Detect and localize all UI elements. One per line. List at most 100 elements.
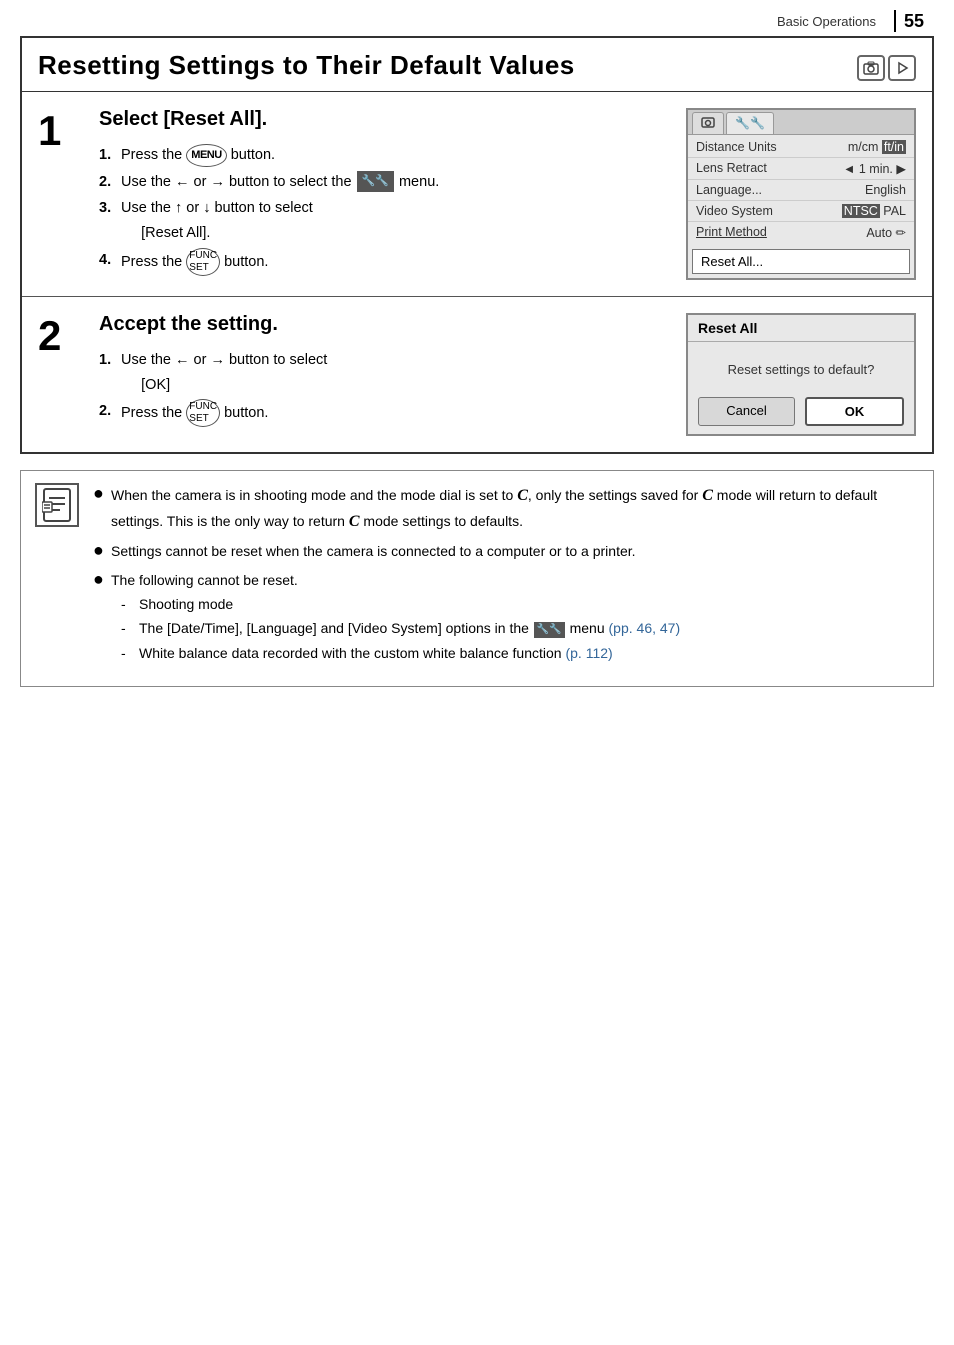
language-label: Language... [696,183,762,197]
step-1-inst-3: 3. Use the ↑ or ↓ button to select [Rese… [99,196,670,245]
language-val: English [865,183,906,197]
menu-row-distance: Distance Units m/cm ft/in [688,137,914,158]
sub-bullet-3: - [121,642,139,664]
menu-tabs: 🔧🔧 [688,110,914,135]
step-2-inst-2: 2. Press the FUNCSET button. [99,399,670,427]
notes-list: ● When the camera is in shooting mode an… [93,483,919,674]
cancel-button[interactable]: Cancel [698,397,795,426]
ftin-selected: ft/in [882,140,906,154]
step-1-title: Select [Reset All]. [99,108,670,131]
step-2-number: 2 [38,313,83,436]
menu-screenshot-1: 🔧🔧 Distance Units m/cm ft/in Lens Retrac… [686,108,916,280]
dialog-title: Reset All [688,315,914,342]
distance-units-label: Distance Units [696,140,777,154]
inst-4-text: Press the FUNCSET button. [121,248,268,276]
c-mode-1: C [517,487,528,504]
step-2-instructions: 1. Use the ← or → button to select [OK] … [99,348,670,427]
func-set-icon-1: FUNCSET [186,248,220,276]
sub-bullet-1: - [121,593,139,615]
step-1-section: 1 Select [Reset All]. 1. Press the MENU … [22,92,932,297]
lens-retract-label: Lens Retract [696,161,767,176]
notes-section: ● When the camera is in shooting mode an… [20,470,934,687]
s2-inst-1-text: Use the ← or → button to select [OK] [121,348,327,397]
inst-1-num: 1. [99,143,121,168]
steps-container: 1 Select [Reset All]. 1. Press the MENU … [20,91,934,454]
video-system-label: Video System [696,204,773,218]
step-2-inst-1: 1. Use the ← or → button to select [OK] [99,348,670,397]
menu-icon: MENU [186,144,226,167]
step-1-inst-1: 1. Press the MENU button. [99,143,670,168]
menu-rows: Distance Units m/cm ft/in Lens Retract ◄… [688,135,914,245]
wrench-menu-icon: 🔧🔧 [357,171,394,192]
note-1-bullet: ● [93,483,111,505]
step-2-title: Accept the setting. [99,313,670,336]
step-2-content: Accept the setting. 1. Use the ← or → bu… [99,313,670,436]
inst-2-text: Use the ← or → button to select the 🔧🔧 m… [121,170,439,195]
step-1-number: 1 [38,108,83,280]
note-2-text: Settings cannot be reset when the camera… [111,540,919,562]
ntsc-selected: NTSC [842,204,880,218]
print-method-label: Print Method [696,225,767,240]
step-2-section: 2 Accept the setting. 1. Use the ← or → … [22,297,932,452]
menu-row-video: Video System NTSC PAL [688,201,914,222]
inst-3-text: Use the ↑ or ↓ button to select [Reset A… [121,196,313,245]
sub-item-2: - The [Date/Time], [Language] and [Video… [121,617,919,639]
sub-item-3: - White balance data recorded with the c… [121,642,919,664]
wrench-icon-note: 🔧🔧 [534,622,565,638]
menu-row-language: Language... English [688,180,914,201]
c-mode-3: C [349,513,360,530]
note-item-3: ● The following cannot be reset. - Shoot… [93,569,919,669]
s2-inst-2-text: Press the FUNCSET button. [121,399,268,427]
inst-1-text: Press the MENU button. [121,143,275,168]
s2-inst-1-num: 1. [99,348,121,373]
note-3-bullet: ● [93,569,111,591]
lens-retract-val: ◄ 1 min. ▶ [843,161,906,176]
header-divider [894,10,896,32]
inst-4-num: 4. [99,248,121,273]
page-container: Basic Operations 55 Resetting Settings t… [0,0,954,1345]
page-number: 55 [904,11,924,32]
sub-text-2: The [Date/Time], [Language] and [Video S… [139,617,680,639]
section-label: Basic Operations [777,14,876,29]
dialog-body: Reset settings to default? [688,342,914,387]
title-section: Resetting Settings to Their Default Valu… [20,36,934,91]
mode-icons [857,55,916,81]
note-1-text: When the camera is in shooting mode and … [111,483,919,534]
note-icon [35,483,79,527]
note-item-1: ● When the camera is in shooting mode an… [93,483,919,534]
sub-text-1: Shooting mode [139,593,233,615]
pp-link-1[interactable]: (pp. 46, 47) [609,620,681,636]
func-set-icon-2: FUNCSET [186,399,220,427]
sub-item-1: - Shooting mode [121,593,919,615]
step-1-content: Select [Reset All]. 1. Press the MENU bu… [99,108,670,280]
ok-button[interactable]: OK [805,397,904,426]
dialog-buttons: Cancel OK [688,397,914,426]
page-header: Basic Operations 55 [20,10,934,32]
note-2-bullet: ● [93,540,111,562]
inst-2-num: 2. [99,170,121,195]
page-title: Resetting Settings to Their Default Valu… [38,50,916,81]
step-1-inst-2: 2. Use the ← or → button to select the 🔧… [99,170,670,195]
menu-row-print: Print Method Auto ✏ [688,222,914,243]
distance-units-val: m/cm ft/in [848,140,906,154]
pp-link-2[interactable]: (p. 112) [565,645,612,661]
menu-tab-camera [692,112,724,134]
sub-text-3: White balance data recorded with the cus… [139,642,613,664]
video-system-val: NTSC PAL [842,204,906,218]
note-3-text: The following cannot be reset. - Shootin… [111,569,919,669]
inst-3-num: 3. [99,196,121,221]
step-2-image: Reset All Reset settings to default? Can… [686,313,916,436]
sub-list: - Shooting mode - The [Date/Time], [Lang… [111,591,919,668]
note-item-2: ● Settings cannot be reset when the came… [93,540,919,562]
menu-tab-wrench: 🔧🔧 [726,112,774,134]
play-mode-icon [888,55,916,81]
s2-inst-2-num: 2. [99,399,121,424]
camera-mode-icon [857,55,885,81]
dialog-screenshot: Reset All Reset settings to default? Can… [686,313,916,436]
c-mode-2: C [702,487,713,504]
menu-row-lens: Lens Retract ◄ 1 min. ▶ [688,158,914,180]
print-method-val: Auto ✏ [866,225,906,240]
reset-all-menu-item: Reset All... [692,249,910,274]
step-1-inst-4: 4. Press the FUNCSET button. [99,248,670,276]
step-1-instructions: 1. Press the MENU button. 2. Use the ← o… [99,143,670,276]
